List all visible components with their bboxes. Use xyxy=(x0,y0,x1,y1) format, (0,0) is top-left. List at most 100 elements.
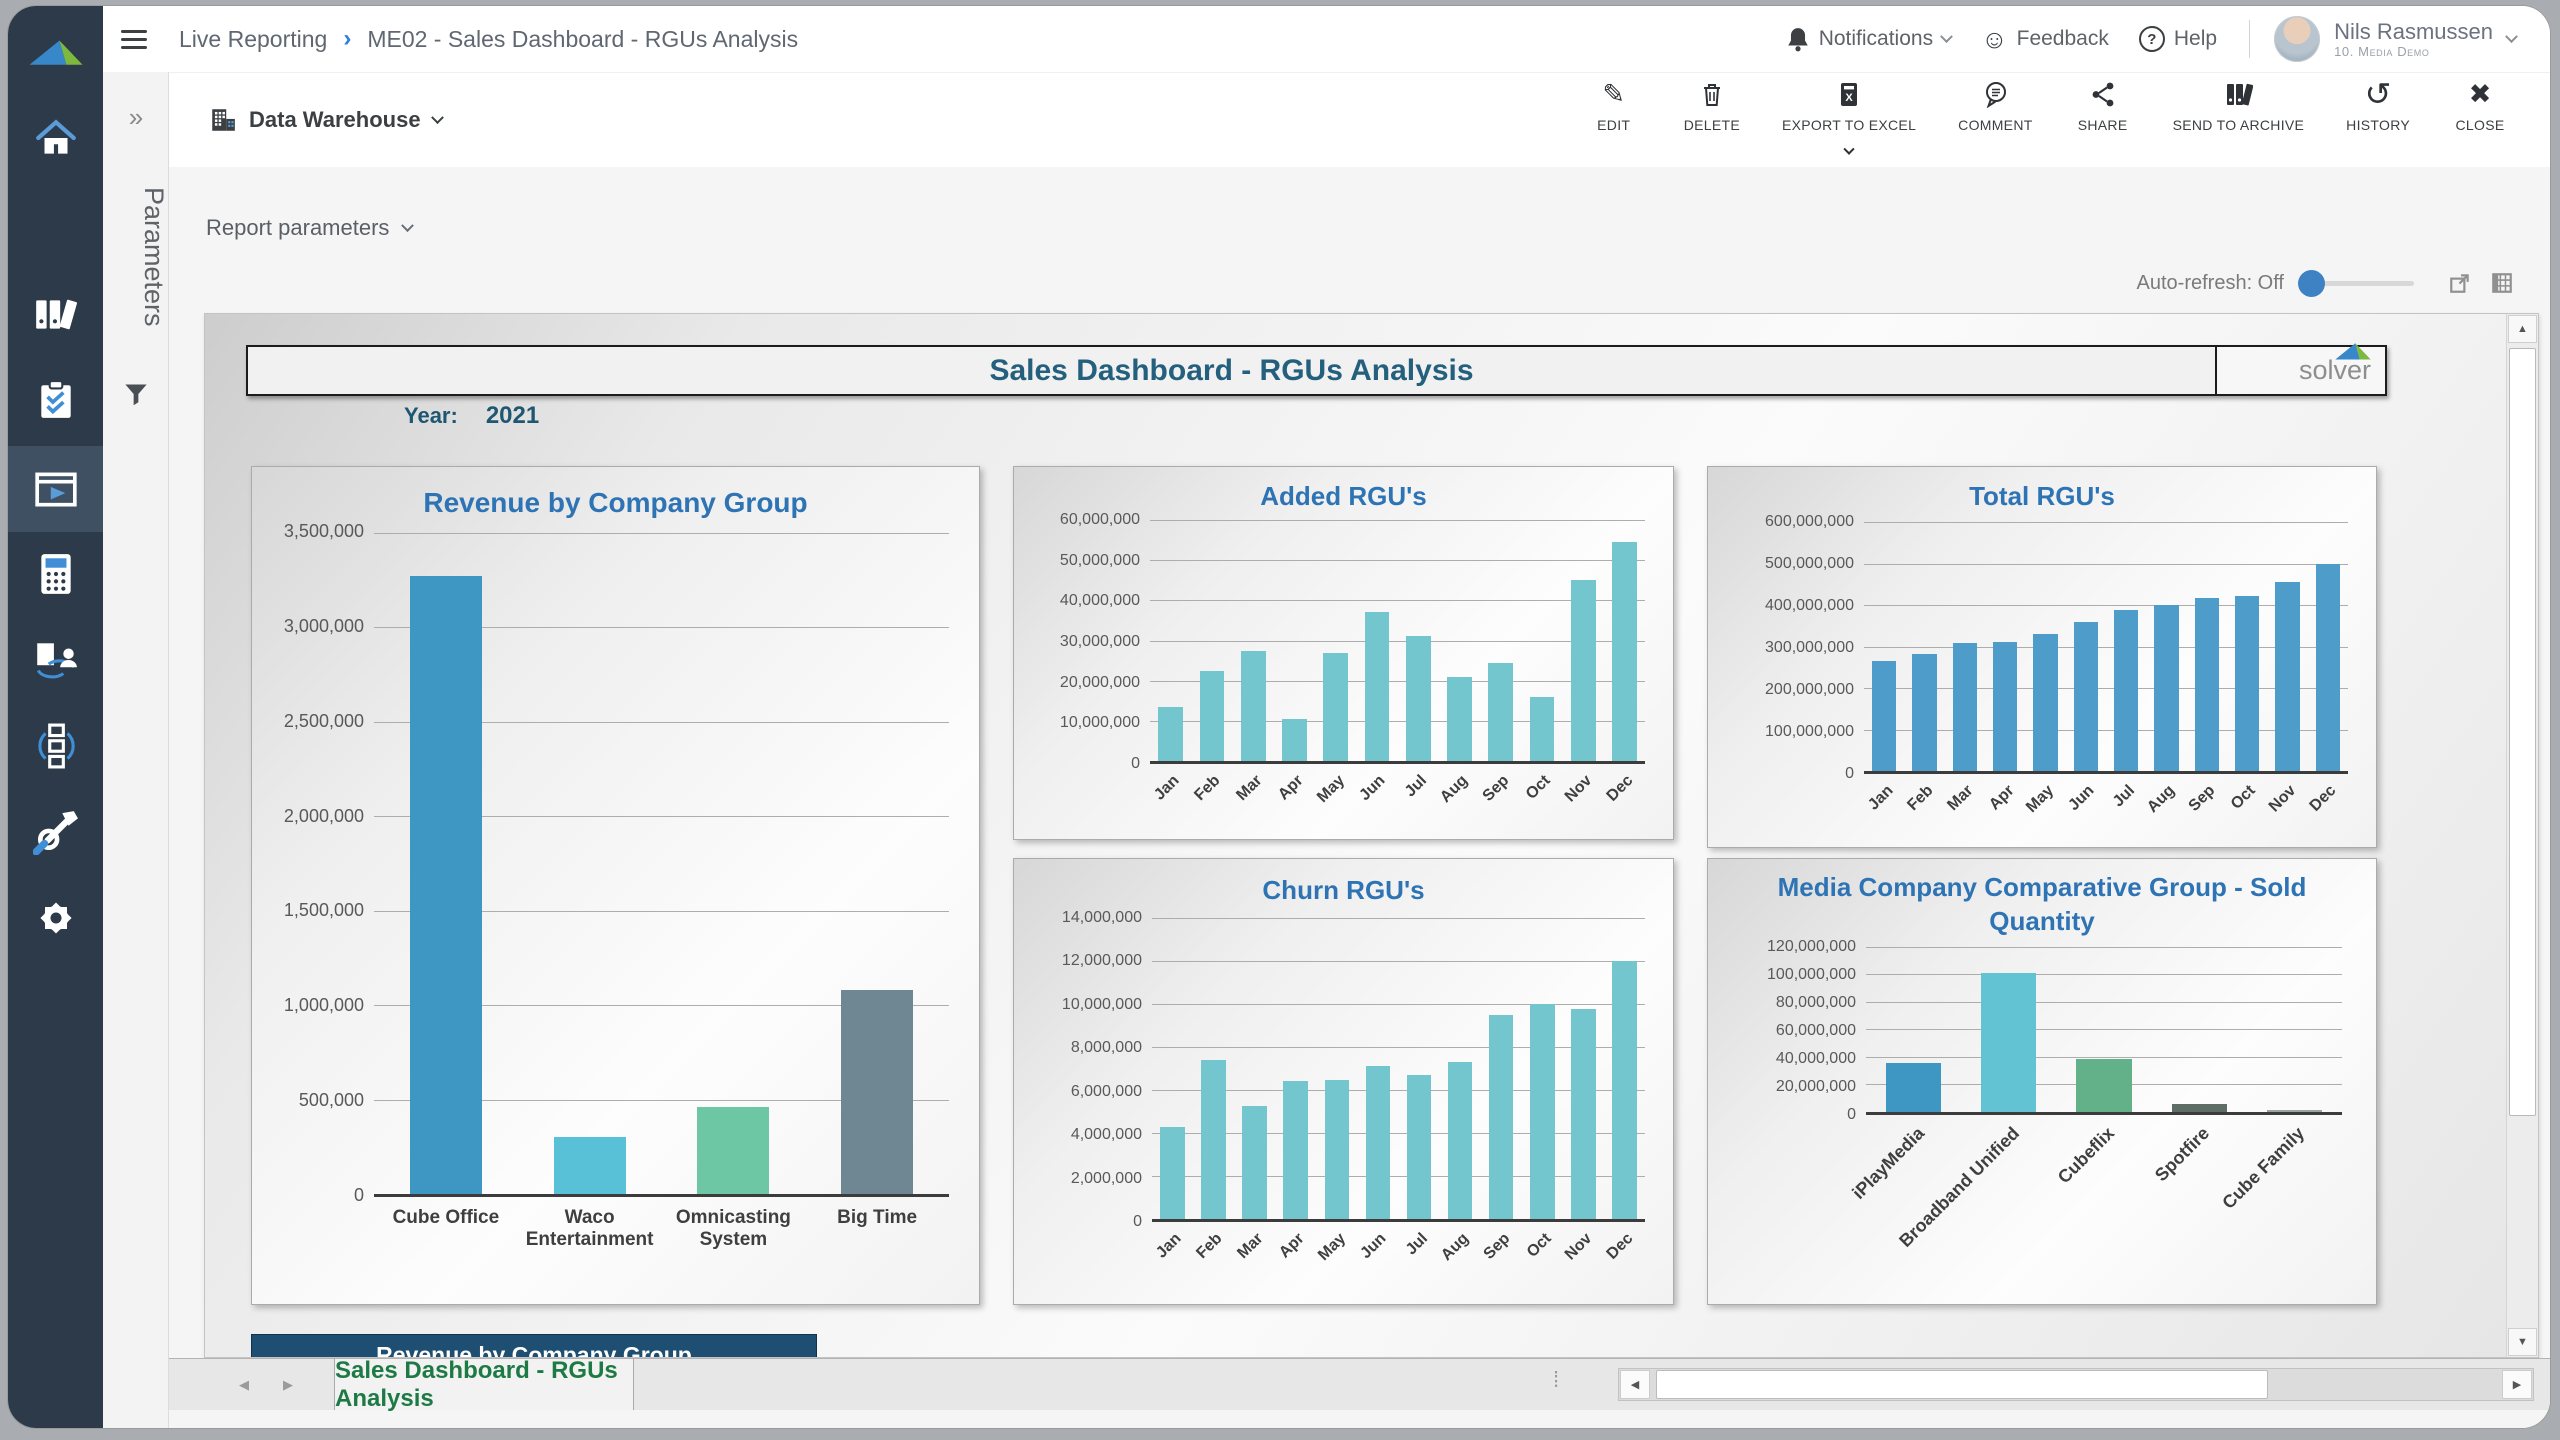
y-tick-label: 3,500,000 xyxy=(284,521,364,542)
filter-funnel-icon[interactable] xyxy=(123,382,149,411)
breadcrumb-separator-icon: › xyxy=(343,25,351,53)
bar-sep xyxy=(2195,598,2219,771)
history-button[interactable]: ↺ HISTORY xyxy=(2346,79,2410,133)
app-window: » Parameters Live Reporting › ME02 - Sal… xyxy=(8,6,2550,1428)
bar-oct xyxy=(1530,697,1555,761)
bar-nov xyxy=(1571,580,1596,761)
y-tick-label: 14,000,000 xyxy=(1062,909,1142,927)
bar-may xyxy=(1323,653,1348,761)
feedback-button[interactable]: ☺ Feedback xyxy=(1973,24,2117,55)
table-view-icon[interactable] xyxy=(2490,271,2514,295)
report-viewport: Sales Dashboard - RGUs Analysis solver Y… xyxy=(204,313,2539,1358)
scroll-right-button[interactable]: ▶ xyxy=(2502,1370,2532,1399)
sidebar xyxy=(8,6,103,1428)
next-section-banner-partial: Revenue by Company Group xyxy=(251,1334,817,1357)
horizontal-scrollbar[interactable]: ◀ ▶ xyxy=(1618,1368,2534,1401)
help-button[interactable]: ? Help xyxy=(2131,26,2225,52)
report-page: Sales Dashboard - RGUs Analysis solver Y… xyxy=(205,314,2508,1357)
pop-out-icon[interactable] xyxy=(2448,271,2472,295)
edit-button[interactable]: ✎ EDIT xyxy=(1586,79,1642,133)
clipboard-icon xyxy=(36,379,76,421)
data-source-label: Data Warehouse xyxy=(249,107,421,133)
sidebar-item-tools[interactable] xyxy=(8,796,103,868)
bar-spotfire xyxy=(2172,1104,2227,1112)
bar-cube-family xyxy=(2267,1110,2322,1112)
live-report-icon xyxy=(33,469,79,509)
archive-binders-icon xyxy=(2223,79,2253,109)
comment-button[interactable]: COMMENT xyxy=(1958,79,2032,133)
bar-apr xyxy=(1993,642,2017,771)
prev-sheet-button[interactable]: ◀ xyxy=(239,1377,249,1393)
share-button[interactable]: SHARE xyxy=(2075,79,2131,133)
bar-sep xyxy=(1488,663,1513,761)
next-sheet-button[interactable]: ▶ xyxy=(283,1377,293,1393)
breadcrumb-root[interactable]: Live Reporting xyxy=(179,26,327,53)
bar-oct xyxy=(2235,596,2259,771)
sidebar-item-process-flows[interactable] xyxy=(8,710,103,782)
user-menu-chevron-icon[interactable] xyxy=(2505,30,2518,43)
vertical-scrollbar[interactable]: ▲ ▼ xyxy=(2506,314,2538,1357)
scroll-down-button[interactable]: ▼ xyxy=(2508,1328,2537,1356)
notifications-button[interactable]: Notifications xyxy=(1778,26,1959,52)
smiley-icon: ☺ xyxy=(1981,24,2008,55)
user-avatar[interactable] xyxy=(2274,16,2320,62)
bar-jul xyxy=(2114,610,2138,771)
scroll-up-button[interactable]: ▲ xyxy=(2508,315,2537,343)
sidebar-item-live-reporting[interactable] xyxy=(8,446,103,532)
bar-aug xyxy=(1447,677,1472,761)
close-x-icon: ✖ xyxy=(2469,79,2492,109)
menu-hamburger-icon[interactable] xyxy=(121,25,147,54)
scroll-left-button[interactable]: ◀ xyxy=(1620,1370,1650,1399)
bar-feb xyxy=(1912,654,1936,771)
chart-title: Revenue by Company Group xyxy=(262,487,969,519)
auto-refresh-slider[interactable] xyxy=(2302,281,2414,286)
sidebar-item-assignments[interactable] xyxy=(8,364,103,436)
y-tick-label: 300,000,000 xyxy=(1765,639,1854,657)
tab-sales-dashboard-rgus-analysis[interactable]: Sales Dashboard - RGUs Analysis xyxy=(334,1359,634,1410)
y-tick-label: 500,000 xyxy=(299,1090,364,1111)
y-tick-label: 8,000,000 xyxy=(1071,1039,1142,1057)
x-axis-label: Dec xyxy=(2307,782,2341,816)
bar-aug xyxy=(2154,605,2178,771)
horizontal-scrollbar-thumb[interactable] xyxy=(1656,1370,2268,1399)
sidebar-item-home[interactable] xyxy=(8,102,103,174)
expand-parameters-icon[interactable]: » xyxy=(103,102,169,133)
bar-dec xyxy=(2316,564,2340,771)
bar-oct xyxy=(1530,1004,1555,1219)
export-to-excel-button[interactable]: X EXPORT TO EXCEL xyxy=(1782,79,1916,161)
report-parameters-toggle[interactable]: Report parameters xyxy=(206,215,412,241)
y-tick-label: 2,000,000 xyxy=(1071,1170,1142,1188)
data-source-selector[interactable]: Data Warehouse xyxy=(209,106,442,134)
y-tick-label: 12,000,000 xyxy=(1062,952,1142,970)
bar-apr xyxy=(1283,1081,1308,1219)
vertical-scrollbar-thumb[interactable] xyxy=(2509,348,2536,1116)
sidebar-item-data-transfer[interactable] xyxy=(8,624,103,696)
solver-wordmark: solver xyxy=(2299,357,2371,384)
x-axis-label: May xyxy=(1314,772,1349,807)
x-axis-label: Jan xyxy=(1865,782,1898,815)
x-axis-label: Apr xyxy=(1986,782,2018,814)
x-axis-label: Feb xyxy=(1192,772,1225,805)
x-axis-label: Nov xyxy=(1562,772,1596,806)
sidebar-item-archive[interactable] xyxy=(8,278,103,350)
send-to-archive-button[interactable]: SEND TO ARCHIVE xyxy=(2173,79,2305,133)
y-tick-label: 0 xyxy=(1845,765,1854,783)
x-axis-label: Feb xyxy=(1904,782,1937,815)
bar-jan xyxy=(1160,1127,1185,1219)
tools-icon xyxy=(33,809,79,855)
splitter-handle[interactable]: ⁞ xyxy=(1553,1367,1559,1393)
close-button[interactable]: ✖ CLOSE xyxy=(2452,79,2508,133)
svg-text:X: X xyxy=(1845,92,1853,104)
delete-button[interactable]: DELETE xyxy=(1684,79,1740,133)
sidebar-item-input-forms[interactable] xyxy=(8,538,103,610)
x-axis-label: Mar xyxy=(1945,782,1978,815)
sidebar-item-settings[interactable] xyxy=(8,882,103,954)
y-tick-label: 60,000,000 xyxy=(1060,511,1140,529)
plot-area xyxy=(1150,520,1645,764)
x-axis-label: Aug xyxy=(2144,782,2179,817)
x-axis-label: Jun xyxy=(1357,772,1390,805)
x-axis-label: Apr xyxy=(1275,772,1307,804)
parameters-rail-label[interactable]: Parameters xyxy=(103,152,169,362)
x-axis-label: Jan xyxy=(1153,1230,1186,1263)
bell-icon xyxy=(1786,26,1810,52)
